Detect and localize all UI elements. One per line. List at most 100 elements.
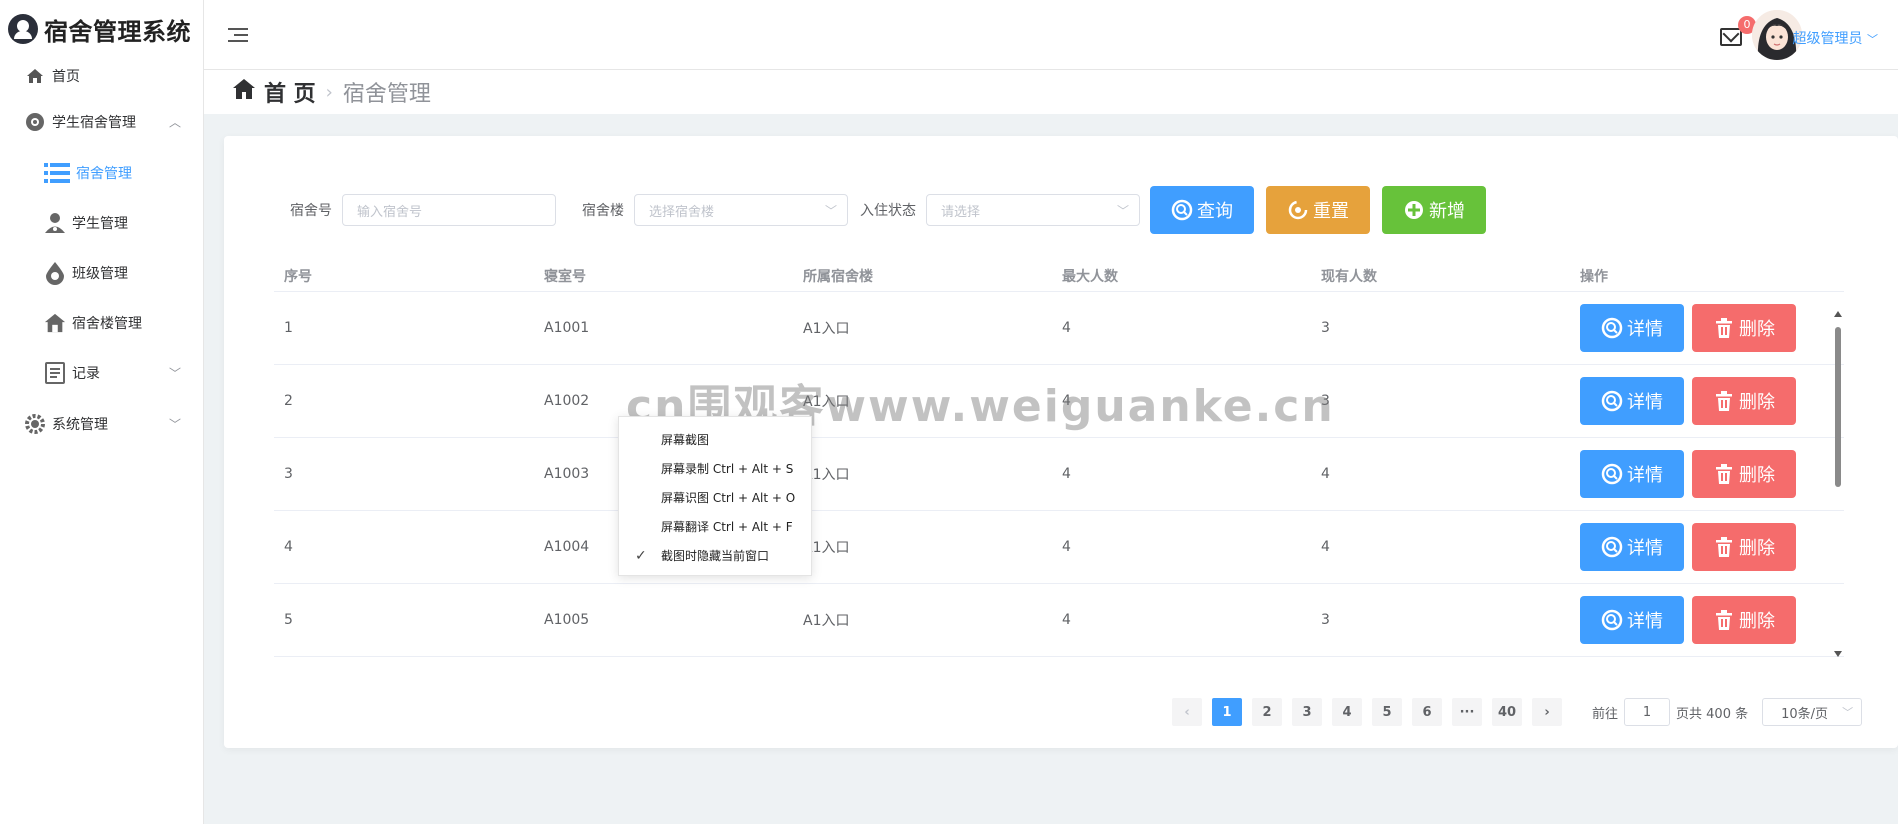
column-header[interactable]: 所属宿舍楼 <box>793 266 1052 286</box>
app-logo[interactable]: 宿舍管理系统 <box>0 0 203 58</box>
sidebar-item-records[interactable]: 记录 ﹀ <box>0 348 203 398</box>
page-button[interactable]: 3 <box>1292 698 1322 726</box>
filter-bar: 宿舍号 输入宿舍号 宿舍楼 选择宿舍楼 ﹀ 入住状态 请选择 ﹀ 查询 重置 新… <box>290 186 1486 234</box>
add-button[interactable]: 新增 <box>1382 186 1486 234</box>
context-menu-item[interactable]: ✓ 截图时隐藏当前窗口 <box>619 541 811 570</box>
page-button[interactable]: 5 <box>1372 698 1402 726</box>
detail-button[interactable]: 详情 <box>1580 596 1684 644</box>
row-actions: 详情 删除 <box>1570 377 1844 425</box>
context-menu-item[interactable]: 屏幕截图 <box>619 425 811 454</box>
column-header[interactable]: 最大人数 <box>1052 266 1311 286</box>
scroll-up-icon[interactable] <box>1834 311 1842 317</box>
dorm-no-input[interactable]: 输入宿舍号 <box>342 194 556 226</box>
add-button-label: 新增 <box>1429 201 1465 221</box>
row-actions: 详情 删除 <box>1570 450 1844 498</box>
delete-button[interactable]: 删除 <box>1692 523 1796 571</box>
context-menu-item[interactable]: 屏幕识图 Ctrl + Alt + O <box>619 483 811 512</box>
user-dropdown[interactable]: 超级管理员 ﹀ <box>1793 28 1878 48</box>
context-menu-label: 截图时隐藏当前窗口 <box>661 549 770 563</box>
context-menu-item[interactable]: 屏幕翻译 Ctrl + Alt + F <box>619 512 811 541</box>
delete-button-label: 删除 <box>1739 538 1775 558</box>
sidebar-item-label: 宿舍楼管理 <box>72 316 142 332</box>
context-menu: 屏幕截图 屏幕录制 Ctrl + Alt + S 屏幕识图 Ctrl + Alt +… <box>618 416 812 576</box>
table-cell: A1入口 <box>803 540 850 556</box>
chevron-down-icon: ﹀ <box>1842 706 1854 719</box>
table-row: 5 A1005 A1入口 4 3 详情 删除 <box>274 584 1844 657</box>
scrollbar-thumb[interactable] <box>1835 327 1841 487</box>
detail-button-label: 详情 <box>1627 611 1663 631</box>
chevron-down-icon: ﹀ <box>1116 203 1129 218</box>
column-header[interactable]: 现有人数 <box>1311 266 1570 286</box>
scroll-down-icon[interactable] <box>1834 651 1842 657</box>
table-cell: 4 <box>1062 466 1071 482</box>
refresh-icon <box>1288 200 1308 220</box>
building-label: 宿舍楼 <box>582 203 624 219</box>
context-menu-item[interactable]: 屏幕录制 Ctrl + Alt + S <box>619 454 811 483</box>
building-select[interactable]: 选择宿舍楼 ﹀ <box>634 194 848 226</box>
page-button[interactable]: 6 <box>1412 698 1442 726</box>
building-icon <box>44 312 66 334</box>
row-actions: 详情 删除 <box>1570 523 1844 571</box>
delete-button[interactable]: 删除 <box>1692 450 1796 498</box>
menu-toggle-icon[interactable] <box>228 28 248 46</box>
search-icon <box>1601 463 1623 485</box>
detail-button[interactable]: 详情 <box>1580 523 1684 571</box>
home-icon <box>24 65 46 87</box>
dorm-no-label: 宿舍号 <box>290 203 332 219</box>
search-button[interactable]: 查询 <box>1150 186 1254 234</box>
sidebar-item-label: 学生管理 <box>72 216 128 232</box>
search-icon <box>1171 199 1193 221</box>
detail-button[interactable]: 详情 <box>1580 450 1684 498</box>
trash-icon <box>1716 391 1732 411</box>
status-select[interactable]: 请选择 ﹀ <box>926 194 1140 226</box>
sidebar-item-dorm[interactable]: 宿舍管理 <box>0 148 203 198</box>
detail-button-label: 详情 <box>1627 538 1663 558</box>
column-header[interactable]: 寝室号 <box>534 266 793 286</box>
sidebar-item-class[interactable]: 班级管理 <box>0 248 203 298</box>
reset-button[interactable]: 重置 <box>1266 186 1370 234</box>
document-icon <box>44 362 66 384</box>
prev-page-button[interactable]: ‹ <box>1172 698 1202 726</box>
detail-button[interactable]: 详情 <box>1580 304 1684 352</box>
top-header: 0 超级管理员 ﹀ <box>204 0 1898 70</box>
sidebar-item-label: 宿舍管理 <box>76 166 132 182</box>
pagination: ‹ 1 2 3 4 5 6 ··· 40 › 前往 1 页共 400 条 10条/页 ﹀ <box>1172 698 1863 726</box>
sidebar-item-system[interactable]: 系统管理 ﹀ <box>0 398 203 450</box>
sidebar-item-label: 学生宿舍管理 <box>52 115 136 131</box>
plus-circle-icon <box>24 111 46 133</box>
table-scrollbar[interactable] <box>1834 311 1842 657</box>
search-icon <box>1601 609 1623 631</box>
status-placeholder: 请选择 <box>941 204 981 220</box>
sidebar-item-label: 系统管理 <box>52 417 108 433</box>
breadcrumb-home[interactable]: 首 页 <box>232 76 316 108</box>
sidebar-item-student-dorm[interactable]: 学生宿舍管理 ︿ <box>0 96 203 148</box>
page-button[interactable]: 1 <box>1212 698 1242 726</box>
sidebar-item-building[interactable]: 宿舍楼管理 <box>0 298 203 348</box>
page-button[interactable]: 40 <box>1492 698 1522 726</box>
mail-icon[interactable] <box>1720 28 1742 46</box>
goto-page-value: 1 <box>1642 704 1652 720</box>
page-button[interactable]: 2 <box>1252 698 1282 726</box>
detail-button[interactable]: 详情 <box>1580 377 1684 425</box>
delete-button[interactable]: 删除 <box>1692 596 1796 644</box>
sidebar-item-student[interactable]: 学生管理 <box>0 198 203 248</box>
next-page-button[interactable]: › <box>1532 698 1562 726</box>
page-button[interactable]: 4 <box>1332 698 1362 726</box>
table-cell: 3 <box>1321 393 1330 409</box>
breadcrumb-separator-icon: › <box>325 81 333 103</box>
detail-button-label: 详情 <box>1627 465 1663 485</box>
page-button[interactable]: ··· <box>1452 698 1482 726</box>
table-cell: A1001 <box>544 320 590 336</box>
delete-button[interactable]: 删除 <box>1692 304 1796 352</box>
page-size-select[interactable]: 10条/页 ﹀ <box>1762 698 1863 726</box>
delete-button[interactable]: 删除 <box>1692 377 1796 425</box>
column-header[interactable]: 序号 <box>274 266 534 286</box>
row-actions: 详情 删除 <box>1570 304 1844 352</box>
sidebar-item-home[interactable]: 首页 <box>0 58 203 94</box>
user-name: 超级管理员 <box>1792 31 1863 47</box>
page-list: 1 2 3 4 5 6 ··· 40 <box>1212 698 1532 726</box>
goto-page-input[interactable]: 1 <box>1624 698 1671 726</box>
table-body: 1 A1001 A1入口 4 3 详情 删除 2 A1002 A1入口 4 3 详情 删除 3 A1003 A1… <box>274 292 1844 657</box>
delete-button-label: 删除 <box>1739 392 1775 412</box>
total-label: 页共 400 条 <box>1676 706 1749 722</box>
